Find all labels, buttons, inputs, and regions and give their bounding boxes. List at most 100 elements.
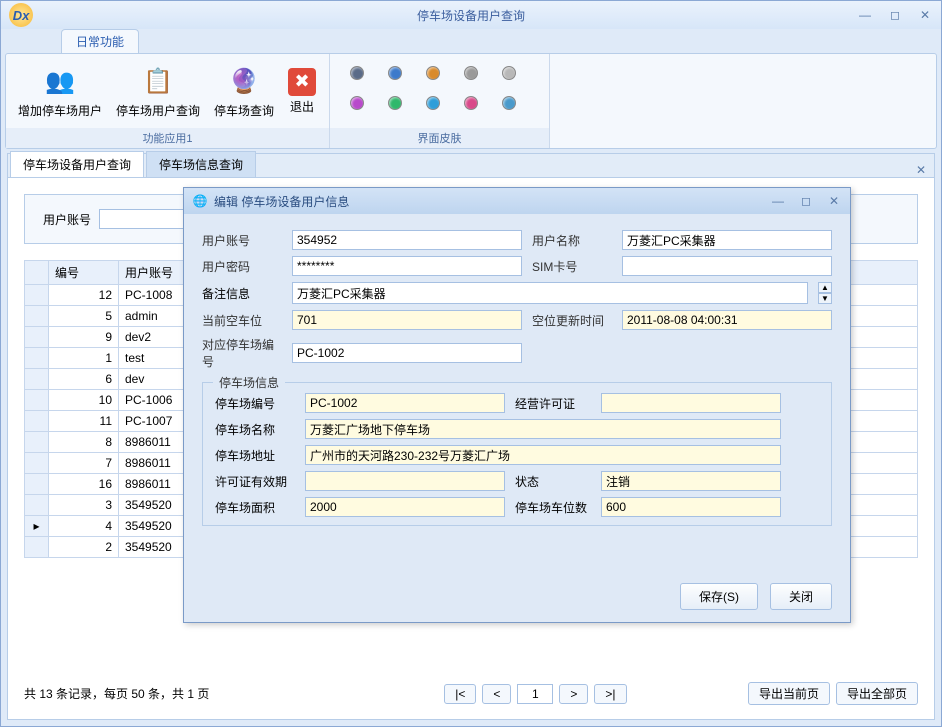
skin-picker (338, 60, 534, 122)
skin-swatch[interactable] (464, 66, 478, 80)
cell-id: 9 (49, 327, 119, 348)
export-all-button[interactable]: 导出全部页 (836, 682, 918, 705)
field-update (622, 310, 832, 330)
save-button[interactable]: 保存(S) (680, 583, 758, 610)
pager-prev-button[interactable]: < (482, 684, 511, 704)
field-license (601, 393, 781, 413)
cell-id: 5 (49, 306, 119, 327)
input-remark[interactable]: 万菱汇PC采集器 (292, 282, 808, 304)
ribbon-group1-label: 功能应用1 (6, 128, 329, 148)
ribbon-group2-label: 界面皮肤 (330, 128, 549, 148)
field-status (601, 471, 781, 491)
label-park-id: 对应停车场编号 (202, 336, 282, 370)
pager-last-button[interactable]: >| (594, 684, 626, 704)
row-indicator (25, 285, 49, 306)
park-query-label: 停车场查询 (214, 102, 274, 119)
skin-swatch[interactable] (502, 66, 516, 80)
main-window: Dx 停车场设备用户查询 — ◻ ✕ 日常功能 👥 增加停车场用户 📋 停车场用… (0, 0, 942, 727)
ribbon-tabs: 日常功能 (1, 29, 941, 53)
row-indicator (25, 390, 49, 411)
add-user-icon: 👥 (42, 64, 78, 100)
park-info-fieldset: 停车场信息 停车场编号 经营许可证 停车场名称 停车场地址 许可证有效期 状态 … (202, 382, 832, 526)
remark-spinner: ▲ ▼ (818, 282, 832, 304)
pager-page-input[interactable] (517, 684, 553, 704)
label-area: 停车场面积 (215, 499, 295, 516)
label-name: 用户名称 (532, 232, 612, 249)
user-query-icon: 📋 (140, 64, 176, 100)
label-slots: 停车场车位数 (515, 499, 591, 516)
input-sim[interactable] (622, 256, 832, 276)
dialog-minimize-icon[interactable]: — (770, 194, 786, 208)
pager-info: 共 13 条记录，每页 50 条，共 1 页 (24, 685, 209, 702)
label-license: 经营许可证 (515, 395, 591, 412)
field-pname (305, 419, 781, 439)
row-indicator (25, 495, 49, 516)
skin-swatch[interactable] (388, 96, 402, 110)
cell-id: 6 (49, 369, 119, 390)
row-indicator: ▸ (25, 516, 49, 537)
label-password: 用户密码 (202, 258, 282, 275)
export-current-button[interactable]: 导出当前页 (748, 682, 830, 705)
col-id[interactable]: 编号 (49, 261, 119, 285)
maximize-icon[interactable]: ◻ (887, 8, 903, 22)
skin-swatch[interactable] (502, 96, 516, 110)
close-label: 关闭 (789, 590, 813, 604)
label-account: 用户账号 (202, 232, 282, 249)
skin-swatch[interactable] (350, 66, 364, 80)
dialog-close-icon[interactable]: ✕ (826, 194, 842, 208)
input-name[interactable] (622, 230, 832, 250)
skin-swatch[interactable] (464, 96, 478, 110)
cell-id: 12 (49, 285, 119, 306)
tab-park-info-query[interactable]: 停车场信息查询 (146, 151, 256, 177)
field-vacancy (292, 310, 522, 330)
dialog-icon: 🌐 (192, 193, 208, 209)
minimize-icon[interactable]: — (857, 8, 873, 22)
label-paddr: 停车场地址 (215, 447, 295, 464)
label-sim: SIM卡号 (532, 258, 612, 275)
ribbon-tab-daily[interactable]: 日常功能 (61, 29, 139, 53)
park-query-icon: 🔮 (226, 64, 262, 100)
add-user-button[interactable]: 👥 增加停车场用户 (14, 62, 106, 121)
tab-close-icon[interactable]: ✕ (908, 163, 934, 177)
dialog-maximize-icon[interactable]: ◻ (798, 194, 814, 208)
row-indicator (25, 306, 49, 327)
dialog-title: 编辑 停车场设备用户信息 (214, 193, 349, 210)
app-logo: Dx (9, 3, 33, 27)
skin-swatch[interactable] (426, 66, 440, 80)
skin-swatch[interactable] (388, 66, 402, 80)
cell-id: 4 (49, 516, 119, 537)
dialog-title-bar: 🌐 编辑 停车场设备用户信息 — ◻ ✕ (184, 188, 850, 214)
input-password[interactable] (292, 256, 522, 276)
label-vacancy: 当前空车位 (202, 312, 282, 329)
field-paddr (305, 445, 781, 465)
pager-next-button[interactable]: > (559, 684, 588, 704)
remark-down-icon[interactable]: ▼ (818, 293, 832, 304)
row-indicator (25, 537, 49, 558)
row-indicator (25, 432, 49, 453)
close-icon[interactable]: ✕ (917, 8, 933, 22)
ribbon: 👥 增加停车场用户 📋 停车场用户查询 🔮 停车场查询 ✖ 退出 功能应用1 (5, 53, 937, 149)
field-slots (601, 497, 781, 517)
park-query-button[interactable]: 🔮 停车场查询 (210, 62, 278, 121)
row-indicator (25, 411, 49, 432)
input-account[interactable] (292, 230, 522, 250)
row-indicator (25, 348, 49, 369)
tab-device-user-query[interactable]: 停车场设备用户查询 (10, 151, 144, 177)
exit-button[interactable]: ✖ 退出 (284, 66, 320, 117)
close-button[interactable]: 关闭 (770, 583, 832, 610)
skin-swatch[interactable] (426, 96, 440, 110)
input-park-id[interactable] (292, 343, 522, 363)
remark-up-icon[interactable]: ▲ (818, 282, 832, 293)
add-user-label: 增加停车场用户 (18, 102, 102, 119)
row-indicator (25, 327, 49, 348)
user-query-button[interactable]: 📋 停车场用户查询 (112, 62, 204, 121)
pager-first-button[interactable]: |< (444, 684, 476, 704)
field-pid (305, 393, 505, 413)
field-area (305, 497, 505, 517)
row-header-blank (25, 261, 49, 285)
cell-id: 16 (49, 474, 119, 495)
row-indicator (25, 369, 49, 390)
skin-swatch[interactable] (350, 96, 364, 110)
search-label: 用户账号 (43, 211, 91, 228)
cell-id: 2 (49, 537, 119, 558)
